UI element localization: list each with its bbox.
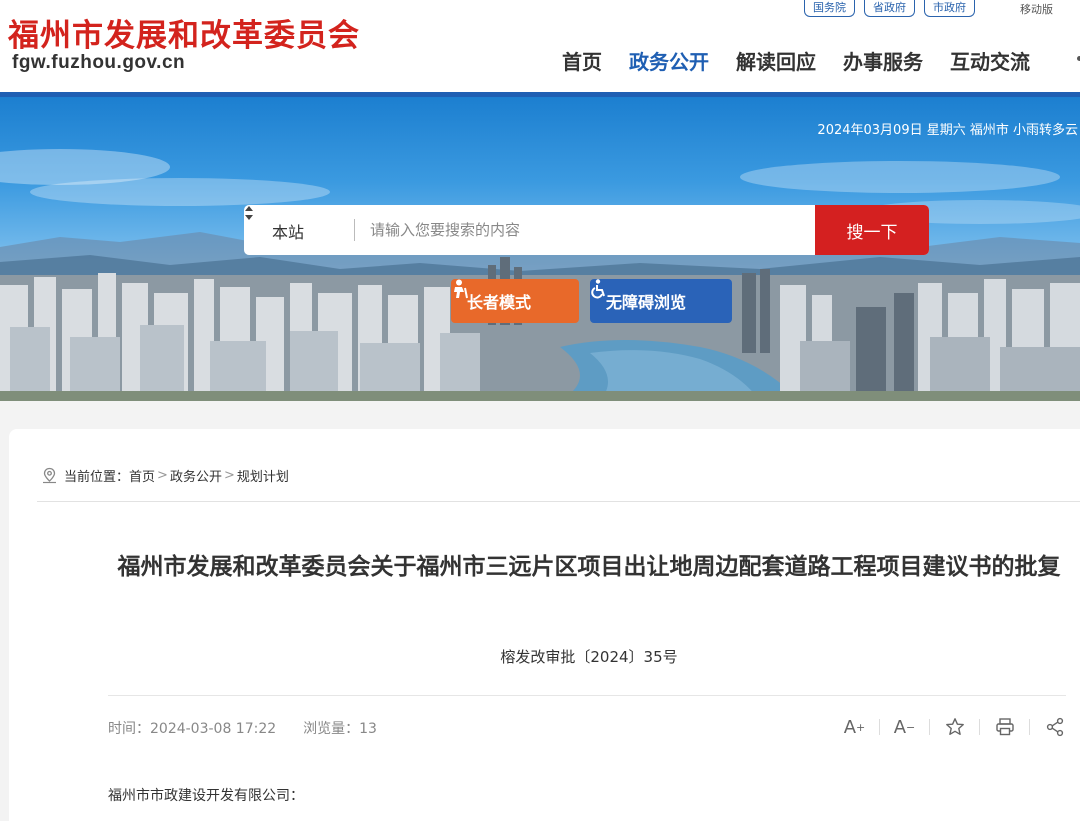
chevron-right-icon: >: [157, 468, 168, 483]
print-icon[interactable]: [992, 715, 1017, 739]
nav-home[interactable]: 首页: [562, 46, 602, 75]
accessible-browse-button[interactable]: 无障碍浏览: [590, 279, 732, 323]
nav-government-affairs[interactable]: 政务公开: [629, 46, 709, 75]
mobile-version-link[interactable]: 移动版: [1020, 1, 1053, 17]
wheelchair-icon: [591, 279, 605, 299]
publish-time: 2024-03-08 17:22: [150, 721, 277, 737]
star-icon[interactable]: [942, 715, 967, 739]
document-number: 榕发改审批〔2024〕35号: [500, 648, 678, 666]
breadcrumb-planning[interactable]: 规划计划: [237, 466, 289, 485]
views-label: 浏览量：: [303, 721, 360, 737]
article-title: 福州市发展和改革委员会关于福州市三远片区项目出让地周边配套道路工程项目建议书的批…: [117, 554, 1061, 580]
breadcrumb: 当前位置： 首页 > 政务公开 > 规划计划: [41, 466, 289, 485]
elder-icon: [454, 279, 468, 299]
breadcrumb-home[interactable]: 首页: [129, 466, 155, 485]
search-box: 本站 搜一下: [244, 205, 929, 255]
meta-divider: [108, 695, 1066, 696]
top-link-guowuyuan[interactable]: 国务院: [804, 0, 855, 17]
banner: 2024年03月09日 星期六 福州市 小雨转多云 本站 搜一下 长者模式 无障…: [0, 97, 1080, 401]
top-link-shengzhengfu[interactable]: 省政府: [864, 0, 915, 17]
search-divider: [354, 219, 355, 241]
breadcrumb-prefix: 当前位置：: [64, 470, 130, 485]
accessible-browse-label: 无障碍浏览: [606, 293, 687, 312]
font-increase-icon[interactable]: A +: [842, 715, 867, 739]
nav-services[interactable]: 办事服务: [843, 46, 923, 75]
article-body-first-line: 福州市市政建设开发有限公司：: [108, 788, 304, 804]
breadcrumb-divider: [37, 501, 1080, 502]
article-tools: A + A −: [842, 715, 1067, 739]
updown-arrow-icon[interactable]: [244, 205, 254, 221]
top-links: 国务院 省政府 市政府: [804, 0, 975, 17]
site-header: 福州市发展和改革委员会 fgw.fuzhou.gov.cn 国务院 省政府 市政…: [0, 0, 1080, 92]
view-count: 13: [359, 721, 377, 737]
article-meta: 时间：2024-03-08 17:22 浏览量：13: [108, 718, 377, 738]
tool-divider: [929, 719, 930, 735]
tool-divider: [979, 719, 980, 735]
tool-divider: [879, 719, 880, 735]
site-domain: fgw.fuzhou.gov.cn: [12, 52, 186, 73]
tool-divider: [1029, 719, 1030, 735]
chevron-right-icon: >: [223, 468, 235, 483]
article-container: 当前位置： 首页 > 政务公开 > 规划计划 福州市发展和改革委员会关于福州市三…: [9, 429, 1080, 821]
time-label: 时间：: [108, 721, 150, 737]
date-weather: 2024年03月09日 星期六 福州市 小雨转多云: [817, 123, 1078, 138]
font-decrease-icon[interactable]: A −: [892, 715, 917, 739]
search-button[interactable]: 搜一下: [815, 205, 929, 255]
nav-interpretation[interactable]: 解读回应: [736, 46, 816, 75]
main-nav: 首页 政务公开 解读回应 办事服务 互动交流: [562, 46, 1030, 75]
elder-mode-button[interactable]: 长者模式: [451, 279, 579, 323]
search-input[interactable]: [370, 217, 810, 243]
site-logo-title[interactable]: 福州市发展和改革委员会: [8, 10, 360, 55]
nav-interaction[interactable]: 互动交流: [950, 46, 1030, 75]
search-scope-select[interactable]: 本站: [272, 219, 304, 243]
elder-mode-label: 长者模式: [467, 293, 532, 312]
share-icon[interactable]: [1042, 715, 1067, 739]
breadcrumb-government-affairs[interactable]: 政务公开: [170, 466, 222, 485]
location-icon: [43, 467, 56, 484]
top-link-shizhengfu[interactable]: 市政府: [924, 0, 975, 17]
